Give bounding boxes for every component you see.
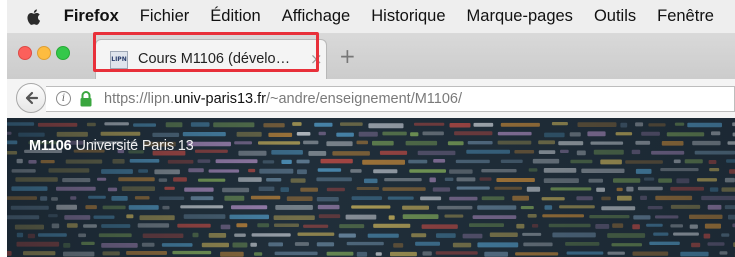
- lipn-favicon-icon: LIPN: [110, 51, 128, 69]
- site-info-icon[interactable]: i: [56, 91, 71, 106]
- menu-fichier[interactable]: Fichier: [140, 7, 190, 26]
- tab-title: Cours M1106 (développe…: [138, 51, 298, 67]
- tab-cours-m1106[interactable]: LIPN Cours M1106 (développe… ×: [95, 39, 327, 79]
- macos-menu-bar: Firefox Fichier Édition Affichage Histor…: [7, 0, 735, 33]
- back-arrow-icon: [25, 91, 39, 105]
- menu-marque-pages[interactable]: Marque-pages: [467, 7, 573, 26]
- url-domain: univ-paris13.fr: [174, 91, 266, 107]
- new-tab-plus-icon[interactable]: +: [339, 46, 356, 66]
- course-code: M1106: [29, 138, 72, 154]
- url-text[interactable]: https://lipn.univ-paris13.fr/~andre/ense…: [104, 91, 462, 107]
- menu-app-firefox[interactable]: Firefox: [64, 7, 119, 26]
- university-name: Université Paris 13: [75, 138, 194, 154]
- browser-window: Firefox Fichier Édition Affichage Histor…: [7, 0, 735, 257]
- menu-fenetre[interactable]: Fenêtre: [657, 7, 714, 26]
- menu-affichage[interactable]: Affichage: [282, 7, 351, 26]
- menu-edition[interactable]: Édition: [210, 7, 260, 26]
- site-title[interactable]: M1106 Université Paris 13: [29, 138, 194, 154]
- url-bar[interactable]: i https://lipn.univ-paris13.fr/~andre/en…: [46, 86, 735, 112]
- tab-strip: LIPN Cours M1106 (développe… × +: [7, 33, 735, 80]
- window-maximize-button[interactable]: [56, 46, 70, 60]
- back-button[interactable]: [16, 83, 46, 113]
- apple-icon[interactable]: [25, 6, 44, 28]
- tab-close-icon[interactable]: ×: [310, 50, 323, 68]
- lock-icon[interactable]: [79, 90, 93, 108]
- url-path: /~andre/enseignement/M1106/: [266, 91, 463, 107]
- window-close-button[interactable]: [18, 46, 32, 60]
- page-banner: M1106 Université Paris 13: [7, 118, 735, 257]
- url-scheme: https://lipn.: [104, 91, 175, 107]
- menu-historique[interactable]: Historique: [371, 7, 445, 26]
- navigation-bar: i https://lipn.univ-paris13.fr/~andre/en…: [7, 79, 735, 119]
- window-minimize-button[interactable]: [37, 46, 51, 60]
- menu-outils[interactable]: Outils: [594, 7, 636, 26]
